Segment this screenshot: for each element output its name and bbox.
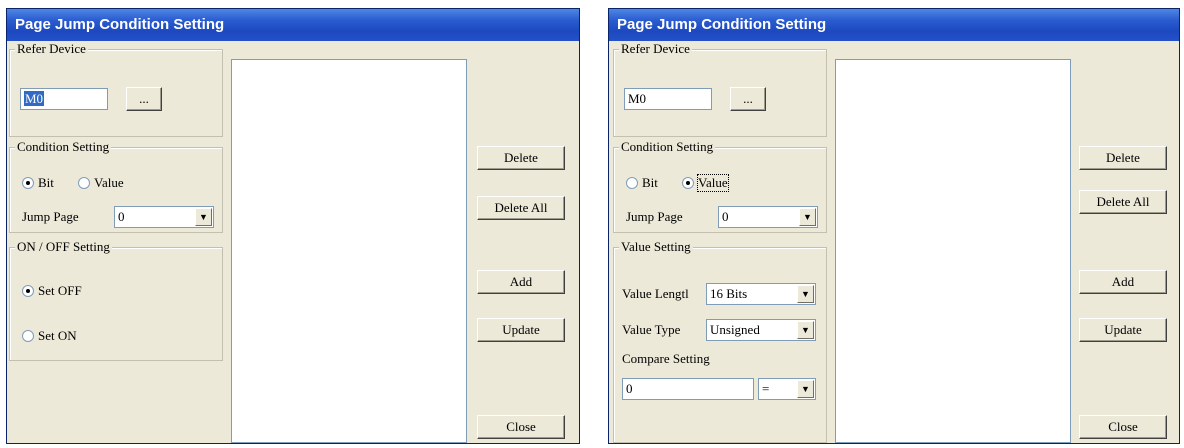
value-type-select[interactable]: Unsigned ▼	[706, 319, 816, 341]
value-radio[interactable]	[78, 177, 90, 189]
chevron-down-icon[interactable]: ▼	[799, 208, 816, 226]
chevron-down-icon[interactable]: ▼	[195, 208, 212, 226]
page-jump-dialog-bit: Page Jump Condition Setting Refer Device…	[6, 8, 580, 444]
set-off-radio[interactable]	[22, 285, 34, 297]
set-on-label: Set ON	[38, 328, 77, 343]
compare-setting-label: Compare Setting	[622, 351, 710, 366]
onoff-setting-group: ON / OFF Setting Set OFF Set ON	[9, 239, 223, 361]
compare-operator-value: =	[762, 381, 770, 396]
browse-device-button[interactable]: ...	[730, 87, 766, 111]
compare-value: 0	[626, 381, 633, 396]
chevron-down-icon[interactable]: ▼	[797, 285, 814, 303]
jump-page-select[interactable]: 0 ▼	[114, 206, 214, 228]
value-label: Value	[697, 174, 729, 192]
condition-setting-label: Condition Setting	[619, 139, 716, 155]
value-length-label: Value Lengtl	[622, 286, 689, 301]
refer-device-group: Refer Device M0 ...	[9, 41, 223, 137]
refer-device-value: M0	[24, 91, 45, 106]
update-button[interactable]: Update	[1079, 318, 1167, 342]
chevron-down-icon[interactable]: ▼	[797, 321, 814, 339]
jump-page-value: 0	[722, 209, 729, 224]
value-type-label: Value Type	[622, 322, 681, 337]
jump-page-label: Jump Page	[22, 209, 79, 224]
condition-setting-label: Condition Setting	[15, 139, 112, 155]
delete-button[interactable]: Delete	[1079, 146, 1167, 170]
jump-page-label: Jump Page	[626, 209, 683, 224]
jump-page-select[interactable]: 0 ▼	[718, 206, 818, 228]
refer-device-group: Refer Device M0 ...	[613, 41, 827, 137]
bit-label: Bit	[38, 175, 54, 190]
add-button[interactable]: Add	[477, 270, 565, 294]
bit-radio[interactable]	[22, 177, 34, 189]
condition-setting-group: Condition Setting Bit Value Jump Page 0 …	[9, 139, 223, 233]
value-label: Value	[94, 175, 124, 190]
set-on-radio[interactable]	[22, 330, 34, 342]
condition-list[interactable]	[231, 59, 467, 443]
bit-radio[interactable]	[626, 177, 638, 189]
browse-device-button[interactable]: ...	[126, 87, 162, 111]
value-setting-group: Value Setting Value Lengtl 16 Bits ▼ Val…	[613, 239, 827, 443]
delete-all-button[interactable]: Delete All	[477, 196, 565, 220]
delete-button[interactable]: Delete	[477, 146, 565, 170]
value-radio[interactable]	[682, 177, 694, 189]
value-length-select[interactable]: 16 Bits ▼	[706, 283, 816, 305]
dialog-title: Page Jump Condition Setting	[609, 9, 1179, 41]
add-button[interactable]: Add	[1079, 270, 1167, 294]
value-type-value: Unsigned	[710, 322, 760, 337]
dialog-title: Page Jump Condition Setting	[7, 9, 579, 41]
value-setting-label: Value Setting	[619, 239, 693, 255]
onoff-setting-label: ON / OFF Setting	[15, 239, 112, 255]
compare-operator-select[interactable]: = ▼	[758, 378, 816, 400]
close-button[interactable]: Close	[1079, 415, 1167, 439]
condition-setting-group: Condition Setting Bit Value Jump Page 0 …	[613, 139, 827, 233]
set-off-label: Set OFF	[38, 283, 82, 298]
delete-all-button[interactable]: Delete All	[1079, 190, 1167, 214]
chevron-down-icon[interactable]: ▼	[797, 380, 814, 398]
value-length-value: 16 Bits	[710, 286, 748, 301]
page-jump-dialog-value: Page Jump Condition Setting Refer Device…	[608, 8, 1180, 444]
jump-page-value: 0	[118, 209, 125, 224]
refer-device-input[interactable]: M0	[624, 88, 712, 110]
refer-device-label: Refer Device	[15, 41, 88, 57]
refer-device-value: M0	[628, 91, 647, 106]
update-button[interactable]: Update	[477, 318, 565, 342]
close-button[interactable]: Close	[477, 415, 565, 439]
compare-value-input[interactable]: 0	[622, 378, 754, 400]
refer-device-input[interactable]: M0	[20, 88, 108, 110]
condition-list[interactable]	[835, 59, 1071, 443]
bit-label: Bit	[642, 175, 658, 190]
refer-device-label: Refer Device	[619, 41, 692, 57]
